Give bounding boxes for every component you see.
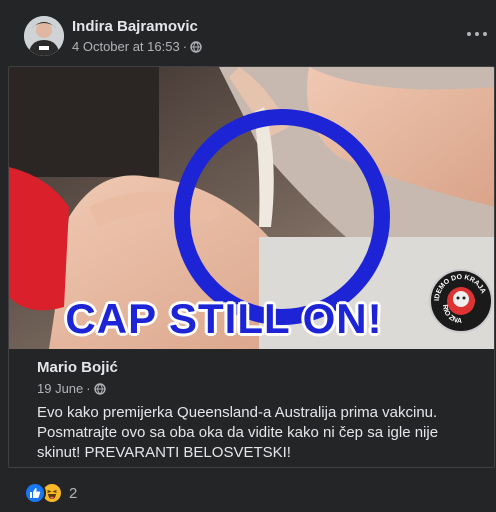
seal-graphic: IDEMO DO KRAJA RIO ZNA	[434, 274, 487, 325]
post-timestamp[interactable]: 4 October at 16:53	[72, 39, 180, 54]
shared-timestamp[interactable]: 19 June	[37, 381, 83, 396]
more-dot	[475, 32, 479, 36]
shared-text-line: Evo kako premijerka Queensland-a Austral…	[37, 404, 438, 421]
meta-separator: ·	[86, 381, 91, 396]
post-header: Indira Bajramovic 4 October at 16:53 ·	[0, 0, 496, 66]
shared-post[interactable]: CAP STILL ON! IDEMO DO KRAJA RIO ZNA Mar…	[8, 66, 495, 468]
author-avatar[interactable]	[24, 16, 64, 56]
shared-meta: 19 June ·	[37, 381, 106, 396]
reaction-count[interactable]: 2	[69, 485, 77, 502]
thumbs-up-glyph	[30, 488, 41, 498]
shared-post-body: Mario Bojić 19 June · Evo kako premijerk…	[9, 349, 494, 467]
avatar-image	[24, 16, 64, 56]
globe-icon[interactable]	[190, 40, 202, 53]
image-caption: CAP STILL ON!	[65, 295, 383, 342]
laughing-face-glyph	[47, 489, 57, 499]
reactions-summary[interactable]: 2	[24, 482, 77, 504]
post-author-name[interactable]: Indira Bajramovic	[72, 18, 198, 35]
shared-post-text: Evo kako premijerka Queensland-a Austral…	[37, 403, 482, 463]
meta-separator: ·	[182, 39, 188, 54]
shared-text-line: Posmatrajte ovo sa oba oka da vidite kak…	[37, 424, 439, 441]
shared-author-name[interactable]: Mario Bojić	[37, 359, 118, 376]
shared-image[interactable]: CAP STILL ON! IDEMO DO KRAJA RIO ZNA	[9, 67, 494, 349]
post-card: Indira Bajramovic 4 October at 16:53 · C…	[0, 0, 496, 512]
more-dot	[483, 32, 487, 36]
like-icon	[24, 482, 46, 504]
more-dot	[467, 32, 471, 36]
post-meta: 4 October at 16:53 ·	[72, 39, 202, 54]
shared-text-line: skinut! PREVARANTI BELOSVETSKI!	[37, 444, 291, 461]
more-options-button[interactable]	[462, 22, 492, 46]
globe-icon[interactable]	[93, 382, 106, 395]
watermark-seal: IDEMO DO KRAJA RIO ZNA	[429, 269, 493, 333]
